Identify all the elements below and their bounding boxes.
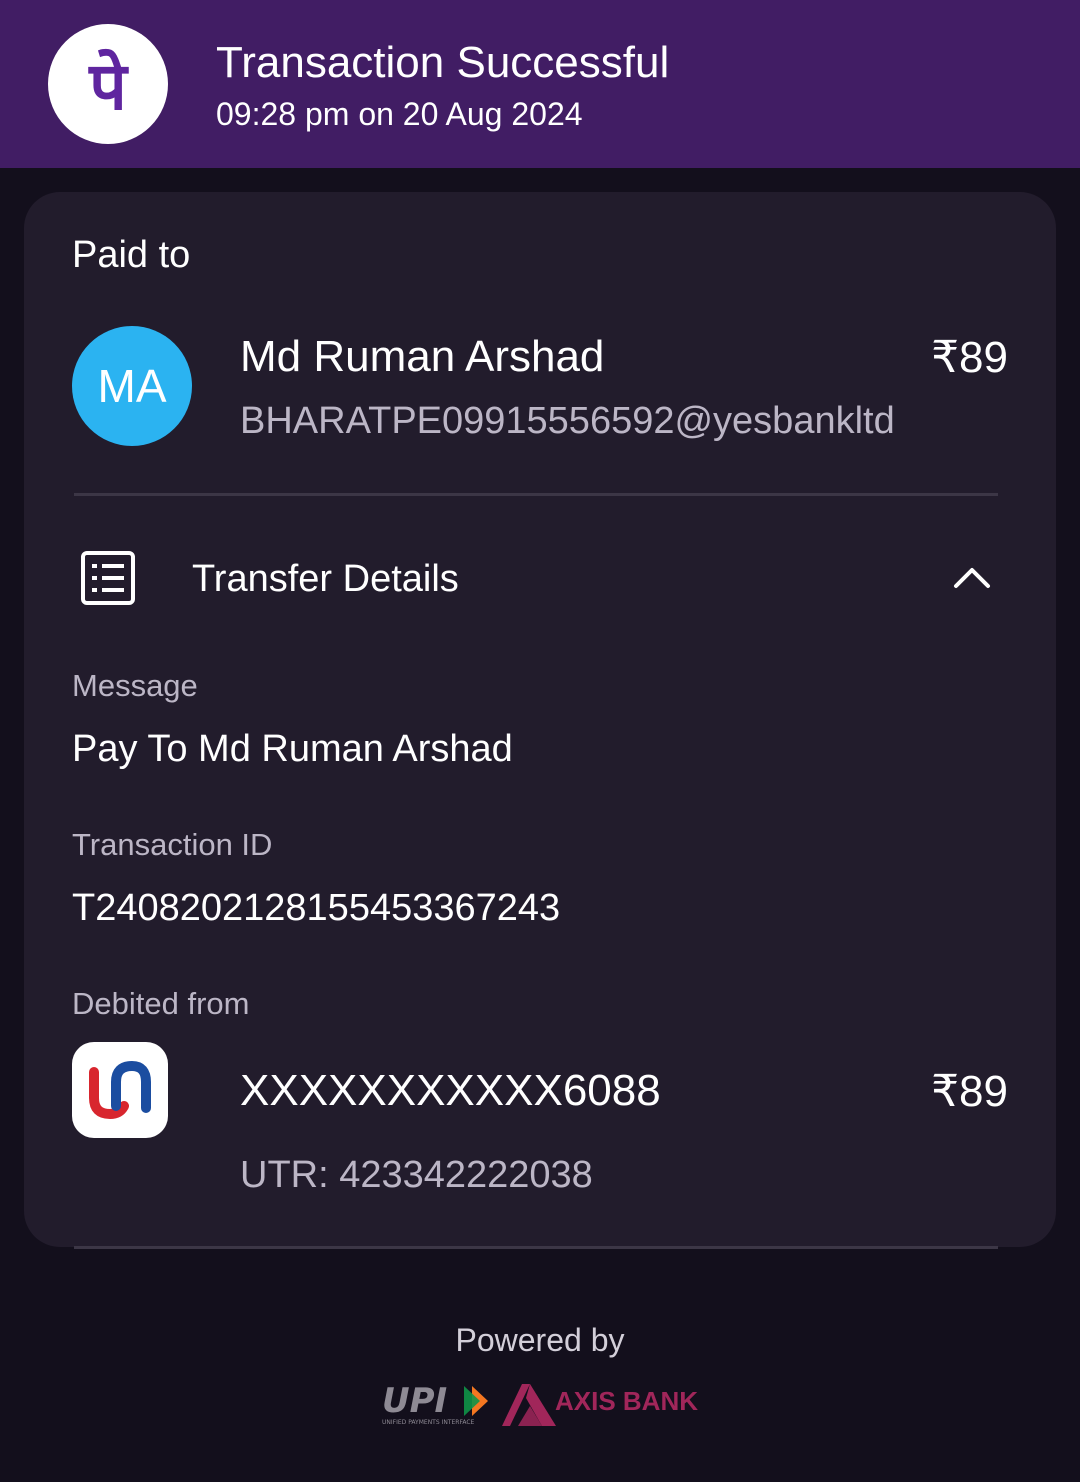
phonepe-logo-icon: पे <box>87 48 129 125</box>
transfer-details-title[interactable]: Transfer Details <box>192 558 459 601</box>
header-bar: पे Transaction Successful 09:28 pm on 20… <box>0 0 1080 168</box>
payee-name: Md Ruman Arshad <box>240 332 605 381</box>
utr-number[interactable]: UTR: 423342222038 <box>240 1154 593 1197</box>
message-value: Pay To Md Ruman Arshad <box>72 728 513 770</box>
powered-by-label: Powered by <box>455 1322 625 1358</box>
union-bank-logo-icon <box>89 1060 151 1120</box>
account-number: XXXXXXXXXXX6088 <box>240 1066 661 1115</box>
axis-bank-logo-icon <box>502 1384 556 1426</box>
transaction-id-label: Transaction ID <box>72 827 273 862</box>
debit-amount: ₹89 <box>931 1067 1008 1116</box>
message-label: Message <box>72 668 198 703</box>
chevron-up-icon[interactable] <box>952 562 992 592</box>
axis-bank-name: AXIS BANK <box>555 1386 699 1416</box>
avatar-initials: MA <box>97 360 167 412</box>
payee-vpa: BHARATPE09915556592@yesbankltd <box>240 400 895 442</box>
svg-text:UNIFIED PAYMENTS INTERFACE: UNIFIED PAYMENTS INTERFACE <box>382 1419 475 1426</box>
paid-to-label: Paid to <box>72 234 191 276</box>
union-bank-logo <box>72 1042 168 1138</box>
svg-text:पे: पे <box>87 48 129 125</box>
divider <box>74 493 998 496</box>
phonepe-logo: पे <box>48 24 168 144</box>
debited-from-label: Debited from <box>72 986 250 1021</box>
transaction-timestamp: 09:28 pm on 20 Aug 2024 <box>216 96 583 132</box>
paid-amount: ₹89 <box>931 333 1008 382</box>
upi-logo-icon: UPI UNIFIED PAYMENTS INTERFACE <box>382 1381 488 1426</box>
svg-text:UPI: UPI <box>382 1381 447 1421</box>
transaction-id-value[interactable]: T2408202128155453367243 <box>72 887 560 930</box>
receipt-list-icon <box>81 551 135 605</box>
status-title: Transaction Successful <box>216 38 670 87</box>
payee-avatar[interactable]: MA <box>72 326 192 446</box>
divider <box>74 1246 998 1249</box>
